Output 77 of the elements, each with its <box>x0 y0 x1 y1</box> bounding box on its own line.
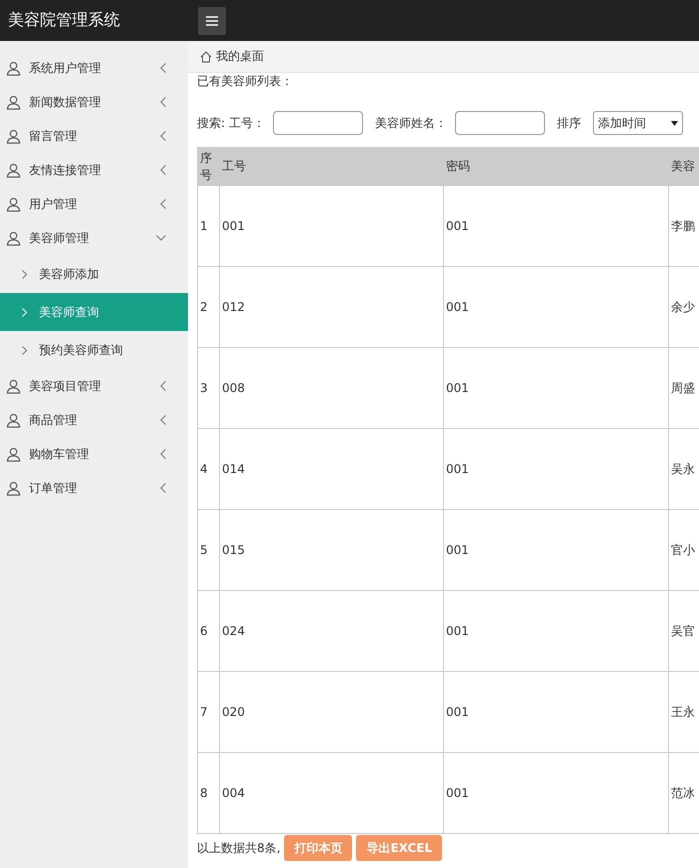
column-header: 序号 <box>198 148 220 186</box>
table-cell: 001 <box>444 428 668 510</box>
chevron-down-icon <box>156 235 166 241</box>
record-count: 以上数据共8条, <box>197 840 280 856</box>
chevron-left-icon <box>160 381 166 391</box>
home-icon <box>200 50 212 62</box>
id-search-field[interactable] <box>272 111 363 135</box>
chevron-left-icon <box>160 63 166 73</box>
table-cell: 001 <box>220 186 444 266</box>
table-cell: 001 <box>444 348 668 428</box>
chevron-left-icon <box>160 483 166 493</box>
column-header: 密码 <box>444 148 668 186</box>
sort-dropdown[interactable]: 添加时间 <box>592 111 683 135</box>
menu-button[interactable] <box>198 6 226 34</box>
table-cell: 4 <box>198 428 220 510</box>
sidebar-item[interactable]: 购物车管理 <box>0 437 188 471</box>
user-icon <box>6 162 21 178</box>
chevron-left-icon <box>160 415 166 425</box>
table-cell: 8 <box>198 752 220 834</box>
user-icon <box>6 378 21 394</box>
table-cell: 001 <box>444 266 668 348</box>
sidebar-item[interactable]: 留言管理 <box>0 119 188 153</box>
table-cell: 014 <box>220 428 444 510</box>
user-icon <box>6 94 21 110</box>
name-search-field[interactable] <box>454 111 545 135</box>
chevron-left-icon <box>160 165 166 175</box>
table-cell: 1 <box>198 186 220 266</box>
table-cell: 001 <box>444 672 668 752</box>
sidebar-item[interactable]: 订单管理 <box>0 471 188 505</box>
table-cell: 6 <box>198 590 220 672</box>
table-cell: 015 <box>220 510 444 590</box>
list-title: 已有美容师列表： <box>197 73 294 90</box>
table-cell: 004 <box>220 752 444 834</box>
table-cell: 001 <box>444 590 668 672</box>
sidebar-subitem[interactable]: 美容师添加 <box>0 255 188 293</box>
dropdown-arrow-icon <box>670 120 678 126</box>
column-header: 美容 <box>668 148 699 186</box>
sidebar-item[interactable]: 商品管理 <box>0 403 188 437</box>
chevron-left-icon <box>160 199 166 209</box>
user-icon <box>6 60 21 76</box>
chevron-right-icon <box>22 346 27 354</box>
user-icon <box>6 196 21 212</box>
menu-icon <box>206 16 218 26</box>
chevron-left-icon <box>160 97 166 107</box>
sort-label: 排序 <box>556 114 581 132</box>
sidebar-item[interactable]: 美容师管理 <box>0 221 188 255</box>
user-icon <box>6 412 21 428</box>
table-cell: 020 <box>220 672 444 752</box>
column-header: 工号 <box>220 148 444 186</box>
table-cell: 001 <box>444 186 668 266</box>
table-cell: 2 <box>198 266 220 348</box>
sidebar-item[interactable]: 友情连接管理 <box>0 153 188 187</box>
search-label: 搜索: 工号： <box>197 114 265 132</box>
table-cell: 001 <box>444 752 668 834</box>
table-cell: 012 <box>220 266 444 348</box>
sidebar-item[interactable]: 新闻数据管理 <box>0 85 188 119</box>
user-icon <box>6 128 21 144</box>
table-cell: 024 <box>220 590 444 672</box>
sidebar-item[interactable]: 系统用户管理 <box>0 51 188 85</box>
app-title: 美容院管理系统 <box>7 10 121 31</box>
user-icon <box>6 480 21 496</box>
table-cell: 7 <box>198 672 220 752</box>
sidebar-item[interactable]: 美容项目管理 <box>0 369 188 403</box>
breadcrumb-link[interactable]: 我的桌面 <box>216 48 264 65</box>
user-icon <box>6 230 21 246</box>
chevron-left-icon <box>160 131 166 141</box>
sidebar-subitem[interactable]: 预约美容师查询 <box>0 331 188 369</box>
chevron-right-icon <box>22 308 27 316</box>
chevron-left-icon <box>160 449 166 459</box>
chevron-right-icon <box>22 270 27 278</box>
user-icon <box>6 446 21 462</box>
sidebar-item[interactable]: 用户管理 <box>0 187 188 221</box>
table-cell: 008 <box>220 348 444 428</box>
table-cell: 3 <box>198 348 220 428</box>
name-label: 美容师姓名： <box>374 114 447 132</box>
table-cell: 001 <box>444 510 668 590</box>
table-cell: 5 <box>198 510 220 590</box>
